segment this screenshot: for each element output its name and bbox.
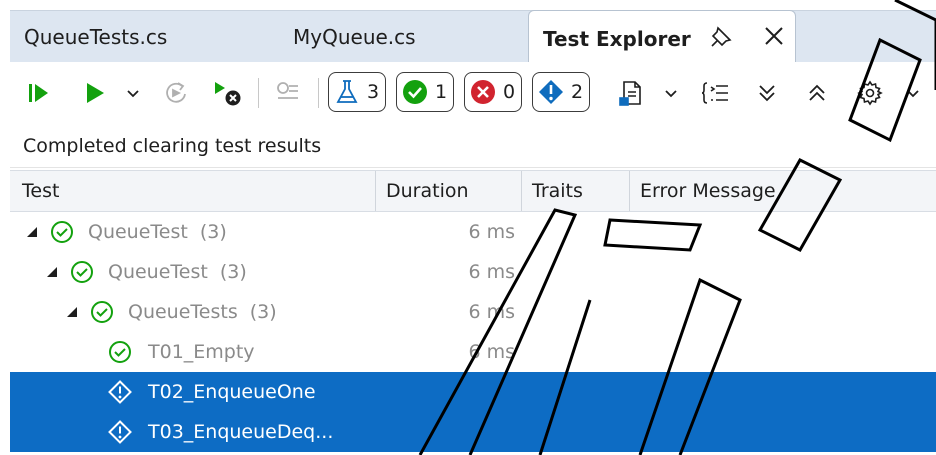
test-duration: 6 ms	[468, 221, 515, 243]
column-header-test[interactable]: Test	[10, 171, 376, 211]
expanded-triangle-icon[interactable]	[46, 266, 58, 278]
run-failed-tests-icon[interactable]	[210, 75, 244, 111]
expanded-triangle-icon[interactable]	[66, 306, 78, 318]
total-tests-filter[interactable]: 3	[328, 72, 387, 112]
playlist-icon[interactable]	[614, 75, 648, 111]
passed-check-icon	[51, 221, 73, 243]
tree-row-label: QueueTests (3)	[128, 292, 277, 332]
failed-x-icon	[471, 80, 495, 104]
column-headers: Test Duration Traits Error Message	[10, 170, 936, 212]
column-header-error-message[interactable]: Error Message	[630, 171, 936, 211]
toolbar: 3 1 0 2	[10, 62, 936, 124]
column-header-duration[interactable]: Duration	[376, 171, 522, 211]
test-count: (3)	[199, 221, 227, 243]
not-run-tests-count: 2	[571, 81, 584, 103]
test-explorer-window: QueueTests.cs MyQueue.cs Test Explorer 3…	[0, 0, 936, 455]
tree-row-label: T03_EnqueueDeq...	[148, 412, 333, 452]
tab-test-explorer[interactable]: Test Explorer	[528, 10, 796, 66]
not-run-diamond-icon	[108, 420, 132, 444]
not-run-diamond-icon	[108, 380, 132, 404]
playlist-dropdown-chevron-icon[interactable]	[660, 75, 682, 111]
failed-tests-count: 0	[503, 81, 516, 103]
total-tests-count: 3	[367, 81, 380, 103]
status-text: Completed clearing test results	[10, 124, 936, 168]
passed-tests-count: 1	[435, 81, 448, 103]
analyze-coverage-icon[interactable]	[270, 75, 304, 111]
test-name: T03_EnqueueDeq...	[148, 421, 334, 443]
not-run-tests-filter[interactable]: 2	[532, 72, 591, 112]
tab-strip-background: QueueTests.cs MyQueue.cs	[10, 10, 936, 62]
tab-myqueue-cs[interactable]: MyQueue.cs	[293, 11, 416, 63]
test-name: T01_Empty	[148, 341, 255, 363]
passed-tests-filter[interactable]: 1	[396, 72, 455, 112]
test-name: QueueTest	[108, 261, 208, 283]
tab-test-explorer-label: Test Explorer	[543, 26, 691, 51]
passed-check-icon	[403, 80, 427, 104]
test-duration: 6 ms	[468, 341, 515, 363]
test-tree: QueueTest (3) 6 ms QueueTest (3) 6 ms Queu…	[10, 212, 936, 455]
run-dropdown-chevron-icon[interactable]	[122, 75, 144, 111]
tree-row-namespace[interactable]: QueueTest (3) 6 ms	[10, 252, 936, 292]
not-run-info-icon	[539, 80, 563, 104]
tree-row-test-selected[interactable]: T03_EnqueueDeq...	[10, 412, 936, 452]
collapse-all-icon[interactable]	[802, 75, 832, 111]
pin-icon[interactable]	[709, 25, 733, 49]
tree-row-test-selected[interactable]: T02_EnqueueOne	[10, 372, 936, 412]
repeat-last-run-icon[interactable]	[160, 75, 192, 111]
run-icon[interactable]	[80, 75, 110, 111]
test-count: (3)	[249, 301, 277, 323]
failed-tests-filter[interactable]: 0	[464, 72, 523, 112]
toolbar-separator	[258, 78, 259, 108]
tree-row-label: T01_Empty	[148, 332, 255, 372]
close-icon[interactable]	[761, 23, 787, 49]
column-header-traits[interactable]: Traits	[522, 171, 630, 211]
group-by-icon[interactable]	[698, 75, 734, 111]
expand-all-icon[interactable]	[752, 75, 782, 111]
passed-check-icon	[71, 261, 93, 283]
tree-row-test[interactable]: T01_Empty 6 ms	[10, 332, 936, 372]
test-duration: 6 ms	[468, 301, 515, 323]
beaker-icon	[336, 80, 358, 103]
expanded-triangle-icon[interactable]	[26, 226, 38, 238]
tree-row-label: T02_EnqueueOne	[148, 372, 316, 412]
tree-row-project[interactable]: QueueTest (3) 6 ms	[10, 212, 936, 252]
tree-row-label: QueueTest (3)	[88, 212, 227, 252]
toolbar-separator	[318, 78, 319, 108]
settings-gear-icon[interactable]	[854, 75, 886, 111]
passed-check-icon	[109, 341, 131, 363]
test-name: QueueTests	[128, 301, 238, 323]
passed-check-icon	[91, 301, 113, 323]
tab-queuetests-cs[interactable]: QueueTests.cs	[24, 11, 167, 63]
tree-row-class[interactable]: QueueTests (3) 6 ms	[10, 292, 936, 332]
tree-row-label: QueueTest (3)	[108, 252, 247, 292]
tab-strip: QueueTests.cs MyQueue.cs Test Explorer	[0, 0, 936, 66]
run-all-tests-icon[interactable]	[24, 75, 54, 111]
test-name: T02_EnqueueOne	[148, 381, 316, 403]
settings-dropdown-chevron-icon[interactable]	[902, 75, 924, 111]
test-count: (3)	[219, 261, 247, 283]
test-duration: 6 ms	[468, 261, 515, 283]
test-name: QueueTest	[88, 221, 188, 243]
